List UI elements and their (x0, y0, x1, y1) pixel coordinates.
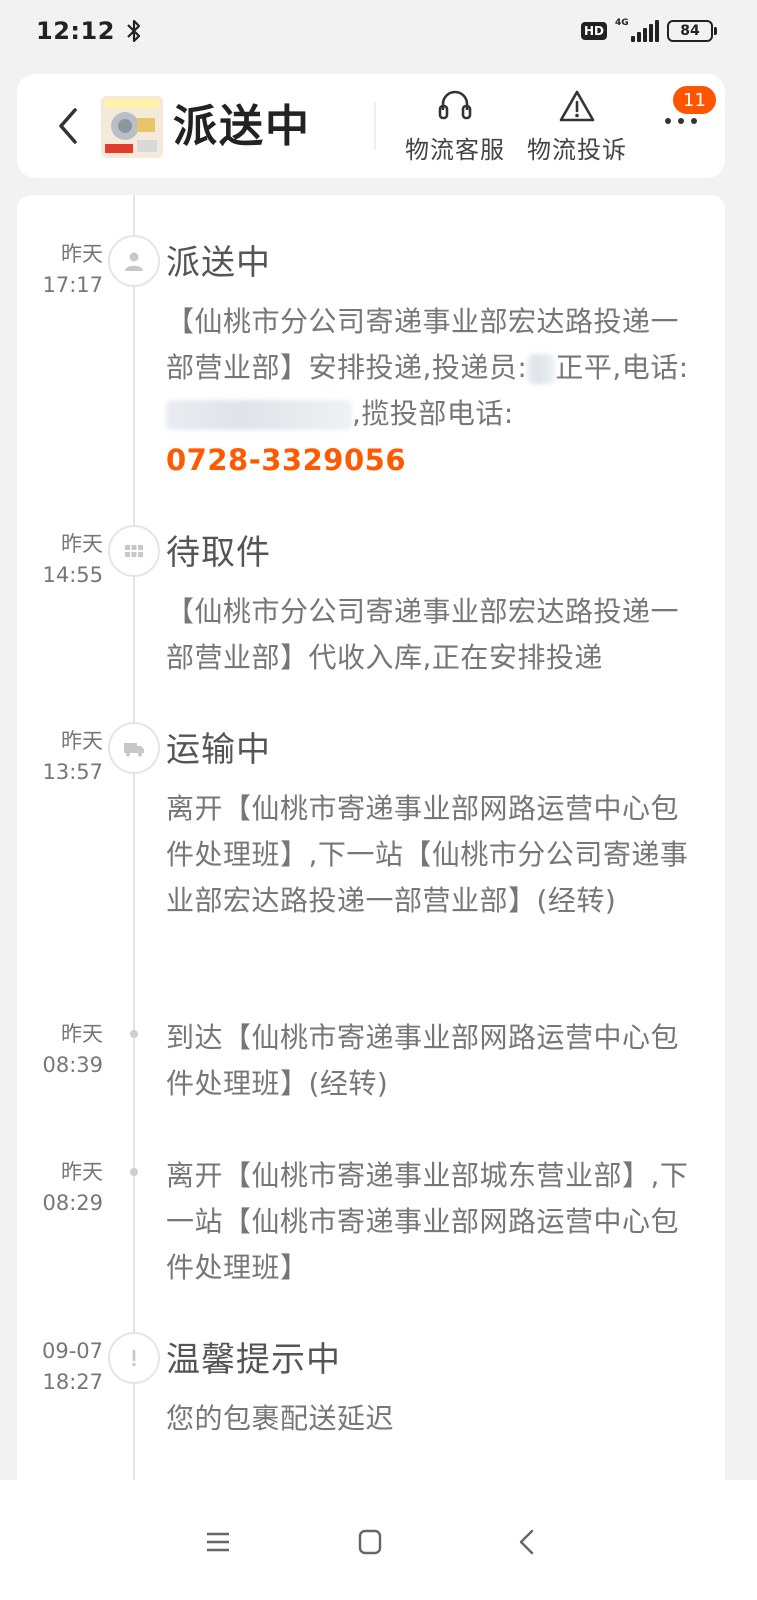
timeline-description: 到达【仙桃市寄递事业部网路运营中心包件处理班】(经转) (166, 1021, 680, 1100)
exclamation-icon (108, 1332, 160, 1384)
timeline-status: 待取件 (166, 533, 271, 573)
product-thumbnail[interactable] (101, 96, 163, 158)
timeline-time: 08:39 (42, 1053, 103, 1077)
logistics-customer-service-button[interactable]: 物流客服 (405, 88, 505, 165)
status-time: 12:12 (36, 17, 115, 45)
timeline-time: 17:17 (42, 273, 103, 297)
timeline-description: 您的包裹配送延迟 (166, 1402, 395, 1435)
battery-icon: 84 (667, 20, 717, 42)
timeline-description: 【仙桃市分公司寄递事业部宏达路投递一部营业部】代收入库,正在安排投递 (166, 595, 680, 674)
menu-icon[interactable] (198, 1522, 238, 1562)
timeline-time: 18:27 (42, 1370, 103, 1394)
timeline-status: 运输中 (166, 730, 271, 770)
logistics-timeline: 昨天 17:17 派送中 【仙桃市分公司寄递事业部宏达路投递一部营业部】安排投递… (17, 195, 725, 1485)
header-divider (374, 102, 376, 150)
headset-icon (438, 90, 472, 120)
timeline-time: 14:55 (42, 563, 103, 587)
timeline-date: 昨天 14:55 (17, 529, 103, 591)
redacted-name (527, 354, 556, 384)
product-image (101, 96, 163, 158)
timeline-time: 08:29 (42, 1191, 103, 1215)
home-icon[interactable] (350, 1522, 390, 1562)
timeline-text-part: 正平,电话: (555, 351, 689, 384)
page-title: 派送中 (173, 101, 311, 152)
battery-level: 84 (680, 23, 700, 39)
timeline-date: 昨天 13:57 (17, 726, 103, 788)
person-icon (108, 235, 160, 287)
signal-icon: 4G (615, 18, 659, 42)
timeline-status: 派送中 (166, 243, 271, 283)
timeline-date: 昨天 08:39 (17, 1019, 103, 1081)
customer-service-label: 物流客服 (405, 136, 505, 164)
back-icon[interactable] (508, 1522, 548, 1562)
timeline-day: 09-07 (41, 1339, 103, 1363)
system-navigation-bar (0, 1480, 757, 1600)
timeline-date: 昨天 08:29 (17, 1157, 103, 1219)
network-type: 4G (615, 18, 629, 28)
timeline-line (133, 195, 135, 1485)
timeline-dot (130, 1030, 138, 1038)
timeline-day: 昨天 (61, 242, 103, 266)
logistics-complaint-button[interactable]: 物流投诉 (527, 88, 627, 165)
depot-phone-link[interactable]: 0728-3329056 (166, 443, 406, 477)
truck-icon (108, 722, 160, 774)
timeline-description: 【仙桃市分公司寄递事业部宏达路投递一部营业部】安排投递,投递员: 正平,电话:,揽… (166, 299, 706, 484)
notification-badge: 11 (671, 84, 718, 116)
more-options-button[interactable] (663, 114, 699, 128)
timeline-text-part: ,揽投部电话: (352, 397, 514, 430)
complaint-label: 物流投诉 (527, 136, 627, 164)
header-card: 派送中 物流客服 物流投诉 11 (17, 74, 725, 178)
timeline-day: 昨天 (61, 1160, 103, 1184)
status-bar: 12:12 HD 4G 84 (0, 0, 757, 62)
hd-indicator: HD (580, 22, 607, 40)
timeline-description: 离开【仙桃市寄递事业部网路运营中心包件处理班】,下一站【仙桃市分公司寄递事业部宏… (166, 792, 689, 917)
timeline-dot (130, 1168, 138, 1176)
back-arrow-icon[interactable] (53, 104, 83, 148)
warning-icon (559, 90, 595, 122)
redacted-phone (166, 400, 352, 430)
timeline-day: 昨天 (61, 729, 103, 753)
timeline-status: 温馨提示中 (166, 1340, 341, 1380)
bluetooth-icon (127, 19, 141, 43)
grid-icon (108, 525, 160, 577)
timeline-date: 昨天 17:17 (17, 239, 103, 301)
timeline-time: 13:57 (42, 760, 103, 784)
timeline-day: 昨天 (61, 1022, 103, 1046)
timeline-description: 离开【仙桃市寄递事业部城东营业部】,下一站【仙桃市寄递事业部网路运营中心包件处理… (166, 1159, 689, 1284)
timeline-day: 昨天 (61, 532, 103, 556)
timeline-date: 09-07 18:27 (17, 1336, 103, 1398)
